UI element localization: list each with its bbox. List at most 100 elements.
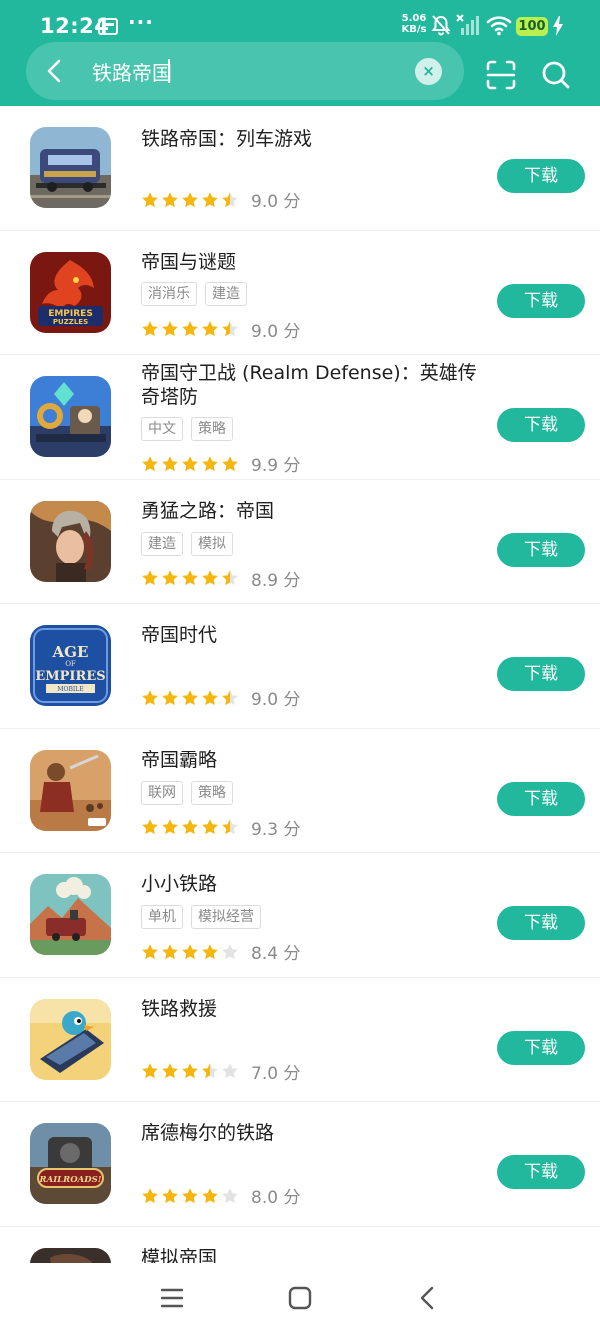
- search-icon[interactable]: [539, 58, 573, 92]
- star-filled-icon: [162, 689, 178, 705]
- warrior-woman-helmet-icon[interactable]: [30, 500, 111, 582]
- score-value: 9.0: [251, 690, 279, 710]
- app-tags: 消消乐 建造: [141, 281, 247, 306]
- app-tag[interactable]: 模拟经营: [191, 905, 261, 929]
- star-filled-icon: [142, 689, 158, 705]
- app-title[interactable]: 帝国守卫战 (Realm Defense)：英雄传奇塔防: [141, 361, 486, 409]
- star-filled-icon: [202, 455, 218, 471]
- network-speed-value: 5.06: [401, 13, 427, 24]
- star-filled-icon: [222, 455, 238, 471]
- download-button[interactable]: 下载: [497, 906, 585, 940]
- app-tag[interactable]: 策略: [191, 417, 233, 441]
- railway-empire-train-icon[interactable]: [30, 127, 111, 208]
- search-input[interactable]: [92, 57, 402, 85]
- app-tag[interactable]: 消消乐: [141, 281, 197, 306]
- app-title[interactable]: 模拟帝国: [141, 1246, 486, 1264]
- app-score: 8.0 分: [251, 1183, 300, 1208]
- search-results-list: 铁路帝国：列车游戏 9.0 分 下载 EMPIRES PUZZLES 帝国与谜题…: [0, 106, 600, 1263]
- star-half-icon: [222, 819, 238, 835]
- app-title[interactable]: 铁路帝国：列车游戏: [141, 127, 486, 151]
- app-tag[interactable]: 中文: [141, 417, 183, 441]
- app-title[interactable]: 帝国时代: [141, 623, 486, 647]
- aoe-age-text: AGE: [52, 643, 89, 661]
- list-item[interactable]: 帝国霸略 联网 策略 9.3 分 下载: [0, 729, 600, 853]
- list-item[interactable]: 小小铁路 单机 模拟经营 8.4 分 下载: [0, 853, 600, 978]
- app-rating: 9.0 分: [141, 685, 300, 710]
- star-filled-icon: [162, 191, 178, 207]
- back-arrow-icon[interactable]: [40, 56, 70, 86]
- puzzles-icon-text: PUZZLES: [53, 318, 88, 326]
- star-empty-icon: [222, 1063, 238, 1079]
- app-score: 8.4 分: [251, 939, 300, 964]
- download-button[interactable]: 下载: [497, 1155, 585, 1189]
- empires-puzzles-dragon-icon[interactable]: EMPIRES PUZZLES: [30, 251, 111, 333]
- star-filled-icon: [182, 455, 198, 471]
- railroads-logo-icon[interactable]: RAILROADS!: [30, 1123, 111, 1204]
- wifi-icon: [486, 16, 512, 36]
- app-score: 7.0 分: [251, 1059, 300, 1084]
- app-score: 9.0 分: [251, 317, 300, 342]
- download-button[interactable]: 下载: [497, 408, 585, 442]
- score-unit: 分: [283, 456, 301, 476]
- star-rating: [141, 818, 239, 836]
- star-rating: [141, 1062, 239, 1080]
- cartoon-train-bird-icon[interactable]: [30, 998, 111, 1080]
- aoe-empires-text: EMPIRES: [35, 669, 105, 684]
- list-item[interactable]: 勇猛之路：帝国 建造 模拟 8.9 分 下载: [0, 480, 600, 604]
- star-filled-icon: [202, 191, 218, 207]
- score-unit: 分: [283, 690, 301, 710]
- app-tag[interactable]: 建造: [141, 531, 183, 556]
- status-bar: 12:24 ··· 5.06 KB/s 100: [0, 0, 600, 40]
- search-header: 12:24 ··· 5.06 KB/s 100 铁路帝国 ×: [0, 0, 600, 106]
- list-item[interactable]: 帝国守卫战 (Realm Defense)：英雄传奇塔防 中文 策略 9.9 分…: [0, 355, 600, 480]
- download-button[interactable]: 下载: [497, 532, 585, 567]
- score-unit: 分: [283, 570, 301, 591]
- app-tag[interactable]: 策略: [191, 780, 233, 805]
- list-item[interactable]: EMPIRES PUZZLES 帝国与谜题 消消乐 建造 9.0 分 下载: [0, 231, 600, 355]
- star-rating: [141, 689, 239, 707]
- list-item[interactable]: RAILROADS! 席德梅尔的铁路 8.0 分 下载: [0, 1102, 600, 1227]
- march-of-empires-warrior-icon[interactable]: [30, 749, 111, 831]
- score-unit: 分: [283, 1188, 301, 1208]
- scan-icon[interactable]: [484, 58, 518, 92]
- realm-defense-tower-icon[interactable]: [30, 376, 111, 457]
- app-tag[interactable]: 单机: [141, 905, 183, 929]
- download-button[interactable]: 下载: [497, 781, 585, 816]
- download-button[interactable]: 下载: [497, 159, 585, 193]
- list-item[interactable]: 铁路帝国：列车游戏 9.0 分 下载: [0, 106, 600, 231]
- star-filled-icon: [162, 570, 178, 586]
- download-button[interactable]: 下载: [497, 283, 585, 318]
- more-notifications-icon: ···: [128, 10, 154, 34]
- score-value: 9.9: [251, 456, 279, 476]
- app-title[interactable]: 小小铁路: [141, 872, 486, 896]
- age-of-empires-mobile-icon[interactable]: AGE OF EMPIRES MOBILE: [30, 625, 111, 706]
- app-title[interactable]: 铁路救援: [141, 997, 486, 1021]
- list-item[interactable]: 铁路救援 7.0 分 下载: [0, 978, 600, 1102]
- tiny-rails-train-icon[interactable]: [30, 874, 111, 955]
- star-filled-icon: [182, 943, 198, 959]
- app-tag[interactable]: 模拟: [191, 531, 233, 556]
- menu-icon[interactable]: [157, 1283, 187, 1313]
- home-icon[interactable]: [285, 1283, 315, 1313]
- app-tag[interactable]: 联网: [141, 780, 183, 805]
- charging-bolt-icon: [553, 16, 563, 36]
- list-item[interactable]: 模拟帝国: [0, 1227, 600, 1264]
- clear-search-button[interactable]: ×: [415, 58, 442, 85]
- star-filled-icon: [142, 321, 158, 337]
- app-rating: 9.9 分: [141, 451, 300, 476]
- app-tag[interactable]: 建造: [205, 281, 247, 306]
- download-button[interactable]: 下载: [497, 657, 585, 691]
- star-filled-icon: [202, 943, 218, 959]
- star-half-icon: [222, 689, 238, 705]
- star-half-icon: [222, 321, 238, 337]
- empire-sim-icon[interactable]: [30, 1247, 111, 1263]
- app-title[interactable]: 勇猛之路：帝国: [141, 499, 486, 523]
- app-title[interactable]: 帝国与谜题: [141, 250, 486, 274]
- list-item[interactable]: AGE OF EMPIRES MOBILE 帝国时代 9.0 分 下载: [0, 604, 600, 729]
- app-score: 8.9 分: [251, 566, 300, 591]
- app-title[interactable]: 席德梅尔的铁路: [141, 1121, 486, 1145]
- app-title[interactable]: 帝国霸略: [141, 748, 486, 772]
- back-icon[interactable]: [413, 1283, 443, 1313]
- app-score: 9.0 分: [251, 187, 300, 212]
- download-button[interactable]: 下载: [497, 1030, 585, 1065]
